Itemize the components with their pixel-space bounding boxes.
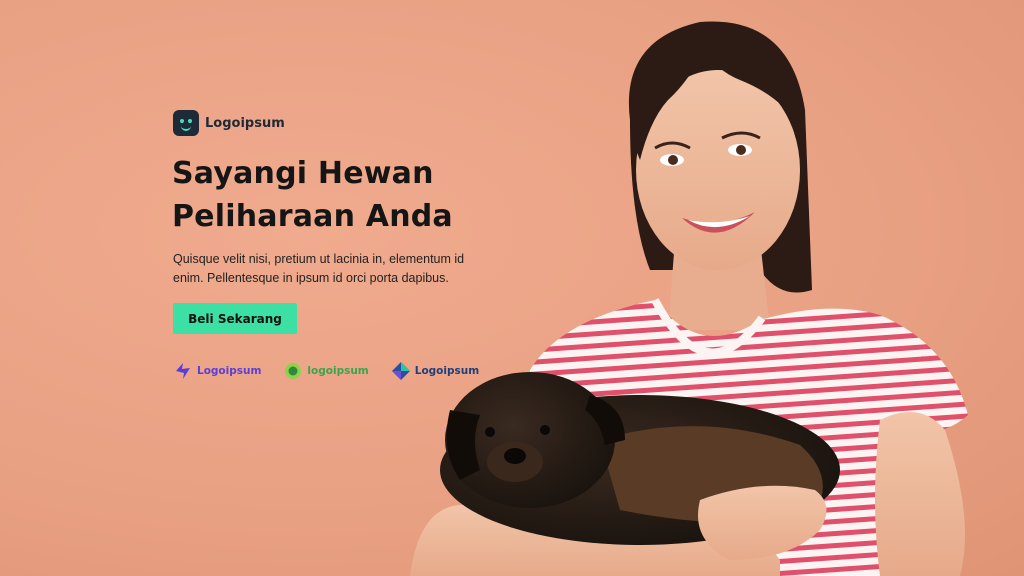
partner-name: Logoipsum <box>414 365 480 377</box>
title-line-2: Peliharaan Anda <box>172 199 453 234</box>
hero-description: Quisque velit nisi, pretium ut lacinia i… <box>173 252 465 285</box>
partner-logo: logoipsum <box>283 362 369 380</box>
diamond-logo-icon <box>391 362 410 380</box>
brand-logo[interactable]: Logoipsum <box>173 110 285 136</box>
page-title: Sayangi Hewan Peliharaan Anda <box>172 152 502 238</box>
hero-photo <box>410 21 968 576</box>
partner-name: logoipsum <box>307 365 369 377</box>
title-line-1: Sayangi Hewan <box>172 156 434 191</box>
bolt-logo-icon <box>176 363 190 379</box>
buy-now-button[interactable]: Beli Sekarang <box>173 303 297 334</box>
partner-logos: Logoipsum logoipsum Logoipsum <box>173 362 479 380</box>
hero-section: Logoipsum Sayangi Hewan Peliharaan Anda … <box>0 0 1024 576</box>
robot-logo-icon <box>173 110 199 136</box>
partner-logo: Logoipsum <box>391 362 479 380</box>
speech-bubble-logo-icon <box>285 363 302 379</box>
partner-name: Logoipsum <box>197 365 262 377</box>
partner-logo: Logoipsum <box>173 362 261 380</box>
brand-name: Logoipsum <box>205 115 285 131</box>
